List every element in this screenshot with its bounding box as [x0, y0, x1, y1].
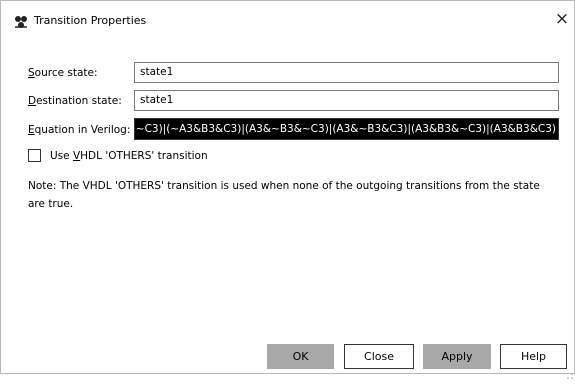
apply-button[interactable]: Apply: [423, 344, 491, 369]
use-vhdl-others-label-text: HDL 'OTHERS' transition: [80, 150, 208, 162]
ok-button[interactable]: OK: [267, 344, 334, 369]
source-state-label-mnemonic: S: [28, 67, 35, 79]
resize-grip-icon[interactable]: [566, 365, 574, 379]
title-bar: Transition Properties ×: [1, 1, 574, 37]
equation-label-mnemonic: E: [28, 124, 35, 136]
dialog-title: Transition Properties: [34, 14, 147, 27]
source-state-label: Source state:: [28, 66, 98, 80]
destination-state-label: Destination state:: [28, 94, 122, 108]
transition-properties-dialog: Transition Properties × Source state: st…: [0, 0, 575, 379]
equation-label-text: quation in Verilog:: [34, 124, 131, 136]
state-machine-icon: [13, 14, 29, 28]
equation-label: Equation in Verilog:: [28, 123, 130, 137]
use-vhdl-others-checkbox[interactable]: [28, 149, 41, 162]
destination-state-label-mnemonic: D: [28, 95, 37, 107]
help-button[interactable]: Help: [500, 344, 567, 369]
source-state-label-text: ource state:: [34, 67, 98, 79]
equation-field[interactable]: (A3&B3&~C3)|(~A3&B3&C3)|(A3&~B3&~C3)|(A3…: [134, 118, 559, 140]
destination-state-label-text: estination state:: [36, 95, 122, 107]
close-icon[interactable]: ×: [554, 9, 570, 29]
close-button[interactable]: Close: [344, 344, 414, 369]
destination-state-field[interactable]: state1: [134, 90, 559, 111]
others-note-text: Note: The VHDL 'OTHERS' transition is us…: [28, 180, 540, 210]
equation-selected-text: (A3&B3&~C3)|(~A3&B3&C3)|(A3&~B3&~C3)|(A3…: [134, 123, 556, 135]
use-vhdl-others-label-prefix: Use: [50, 150, 73, 162]
source-state-field[interactable]: state1: [134, 62, 559, 83]
use-vhdl-others-label[interactable]: Use VHDL 'OTHERS' transition: [50, 149, 208, 163]
